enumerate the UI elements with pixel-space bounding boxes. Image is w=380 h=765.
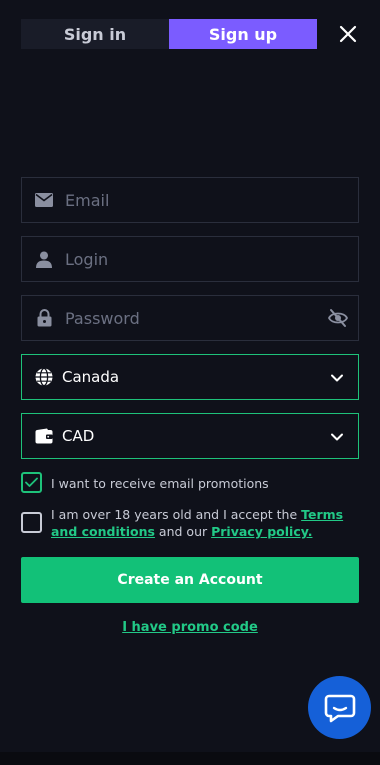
close-icon[interactable] bbox=[336, 22, 360, 46]
currency-select[interactable]: CAD bbox=[21, 413, 359, 459]
terms-label: I am over 18 years old and I accept the … bbox=[51, 506, 351, 540]
promo-code-link[interactable]: I have promo code bbox=[0, 620, 380, 635]
lock-icon bbox=[34, 308, 54, 328]
country-select[interactable]: Canada bbox=[21, 354, 359, 400]
password-field-wrapper bbox=[21, 295, 359, 341]
email-input[interactable] bbox=[65, 190, 358, 210]
chevron-down-icon bbox=[330, 370, 344, 384]
tab-sign-in[interactable]: Sign in bbox=[21, 19, 169, 49]
checkmark-icon bbox=[25, 477, 38, 487]
auth-tabs: Sign in Sign up bbox=[21, 19, 317, 49]
terms-checkbox[interactable] bbox=[21, 512, 42, 533]
globe-icon bbox=[34, 367, 54, 387]
terms-prefix: I am over 18 years old and I accept the bbox=[51, 507, 302, 522]
eye-slash-icon[interactable] bbox=[327, 308, 349, 328]
tab-sign-up[interactable]: Sign up bbox=[169, 19, 317, 49]
email-field-wrapper bbox=[21, 177, 359, 223]
wallet-icon bbox=[34, 426, 54, 446]
email-promotions-checkbox[interactable] bbox=[21, 472, 42, 493]
chevron-down-icon bbox=[330, 429, 344, 443]
bottom-bar bbox=[0, 752, 380, 765]
login-input[interactable] bbox=[65, 249, 358, 269]
password-input[interactable] bbox=[65, 308, 328, 328]
privacy-link[interactable]: Privacy policy. bbox=[211, 524, 312, 539]
chat-button[interactable] bbox=[308, 676, 371, 739]
terms-middle: and our bbox=[154, 524, 212, 539]
country-value: Canada bbox=[62, 368, 120, 386]
currency-value: CAD bbox=[62, 427, 95, 445]
login-field-wrapper bbox=[21, 236, 359, 282]
envelope-icon bbox=[34, 190, 54, 210]
chat-bubble-icon bbox=[324, 694, 355, 722]
create-account-button[interactable]: Create an Account bbox=[21, 557, 359, 603]
email-promotions-label: I want to receive email promotions bbox=[51, 476, 269, 491]
user-icon bbox=[34, 249, 54, 269]
